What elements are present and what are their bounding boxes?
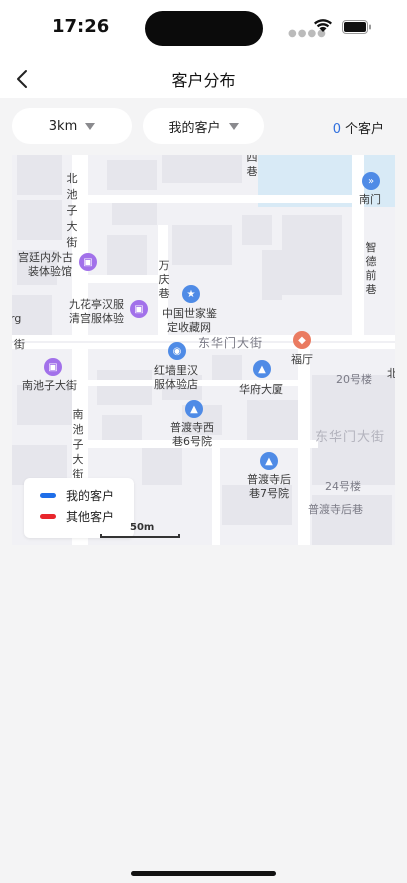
map-label: 街	[14, 338, 25, 351]
map-label: 德	[365, 255, 377, 268]
map-label: 南	[72, 408, 84, 421]
map-legend: 我的客户 其他客户	[24, 478, 134, 538]
shop-icon[interactable]: ▣	[79, 253, 97, 271]
transit-icon[interactable]: »	[362, 172, 380, 190]
map-label: 清宫服体验	[69, 312, 124, 325]
map-label: 巷	[158, 287, 170, 300]
road-label: 东华门大街	[315, 430, 386, 445]
map-label: 子	[72, 438, 84, 451]
map-label: 南门	[359, 193, 381, 206]
customer-count: 0 个客户	[333, 118, 384, 137]
map-label: 红墙里汉	[154, 364, 198, 377]
customer-scope-dropdown[interactable]: 我的客户	[143, 108, 264, 144]
map-label: 巷	[365, 283, 377, 296]
map-label: 巷	[246, 165, 258, 178]
lock-icon[interactable]: ▲	[253, 360, 271, 378]
legend-swatch	[40, 514, 56, 519]
map-label: 北	[387, 367, 395, 380]
map-label: 普渡寺西	[170, 421, 214, 434]
restaurant-icon[interactable]: ◆	[293, 331, 311, 349]
home-indicator[interactable]	[131, 871, 276, 876]
distance-value: 3km	[48, 118, 78, 134]
page-title: 客户分布	[171, 71, 236, 90]
shop-icon[interactable]: ▣	[130, 300, 148, 318]
legend-item-other-customers: 其他客户	[40, 508, 114, 525]
customer-count-value: 0	[332, 122, 341, 137]
camera-icon[interactable]: ◉	[168, 342, 186, 360]
map-label: 池	[72, 423, 84, 436]
map-label: 南池子大街	[22, 379, 77, 392]
map-label: 大	[66, 220, 78, 233]
map-label: 华府大厦	[239, 383, 283, 396]
map-label: 普渡寺后	[247, 473, 291, 486]
map-scale-label: 50m	[130, 522, 155, 533]
legend-label: 其他客户	[66, 510, 115, 524]
scope-value: 我的客户	[168, 120, 221, 136]
dynamic-island	[145, 11, 263, 46]
distance-dropdown[interactable]: 3km	[12, 108, 132, 144]
status-time: 17:26	[52, 16, 110, 37]
lock-icon[interactable]: ▲	[260, 452, 278, 470]
shop-icon[interactable]: ▣	[44, 358, 62, 376]
caret-down-icon	[85, 122, 96, 130]
map-label: 北	[66, 172, 78, 185]
map-label: 定收藏网	[167, 321, 211, 334]
map-label: 巷7号院	[249, 487, 289, 500]
nav-bar: 客户分布	[0, 58, 407, 98]
map-label: 24号楼	[325, 480, 361, 493]
map-label: 宫廷内外古	[18, 251, 73, 264]
map-label: 九花亭汉服	[69, 298, 124, 311]
map-label: 服体验店	[154, 378, 198, 391]
status-bar: 17:26 ●●●●	[0, 0, 407, 58]
map-label: 前	[365, 269, 377, 282]
map-label: 智	[365, 241, 377, 254]
map-label: 巷6号院	[172, 435, 212, 448]
caret-down-icon	[228, 122, 239, 130]
lock-icon[interactable]: ▲	[185, 400, 203, 418]
map-label: 大	[72, 453, 84, 466]
map-label: 庆	[158, 273, 170, 286]
map-label: 四	[246, 155, 258, 164]
map-label: 子	[66, 204, 78, 217]
legend-swatch	[40, 493, 56, 498]
map-label: 中国世家鉴	[162, 307, 217, 320]
wifi-icon	[314, 19, 332, 32]
map-label: 池	[66, 188, 78, 201]
map-label: 装体验馆	[28, 265, 72, 278]
map-label: 20号楼	[336, 373, 372, 386]
star-icon[interactable]: ★	[182, 285, 200, 303]
road-label: 普渡寺后巷	[308, 503, 363, 516]
battery-icon	[342, 20, 371, 34]
road-label: 东华门大街	[198, 336, 264, 350]
map-label: rg	[12, 312, 22, 325]
customer-count-unit: 个客户	[344, 122, 384, 137]
legend-label: 我的客户	[66, 489, 115, 503]
map-label: 街	[66, 236, 78, 249]
map-scale-bar	[100, 534, 180, 538]
legend-item-my-customers: 我的客户	[40, 487, 114, 504]
map-label: 万	[158, 259, 170, 272]
map-label: 福厅	[291, 353, 313, 366]
